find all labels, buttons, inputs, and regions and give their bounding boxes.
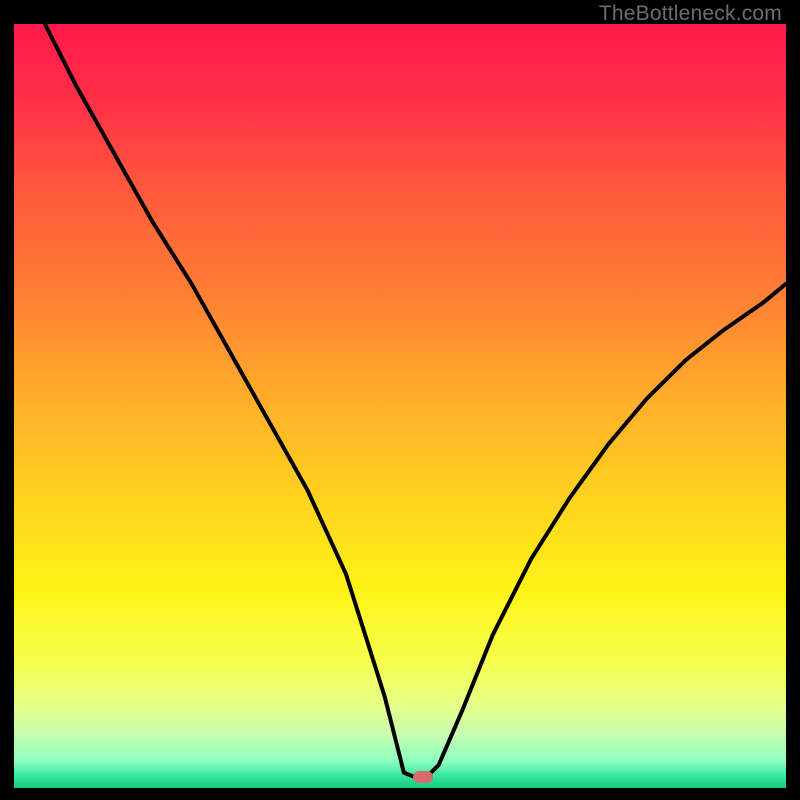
bottleneck-chart [14, 24, 786, 788]
gradient-background [14, 24, 786, 788]
optimal-point-marker [413, 771, 433, 783]
chart-frame [14, 24, 786, 788]
watermark-text: TheBottleneck.com [599, 2, 782, 26]
